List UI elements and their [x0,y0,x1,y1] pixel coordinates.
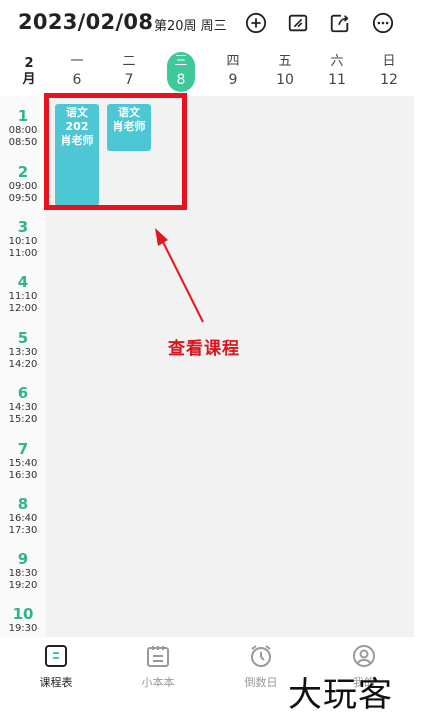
period-end: 08:50 [8,137,38,148]
day-column-sun[interactable]: 日 12 [369,54,409,88]
period-number: 4 [17,273,29,291]
period-7: 7 15:40 16:30 [0,440,46,482]
day-number: 9 [228,72,238,88]
schedule-icon [43,643,69,669]
nav-label: 课程表 [39,676,73,689]
period-end: 14:20 [8,359,38,370]
period-5: 5 13:30 14:20 [0,329,46,371]
day-name: 三 [174,54,188,69]
nav-notebook[interactable]: 小本本 [118,643,198,690]
period-9: 9 18:30 19:20 [0,550,46,592]
nav-schedule[interactable]: 课程表 [16,643,96,690]
annotation-highlight-box [44,93,187,210]
alarm-clock-icon [248,643,274,669]
period-4: 4 11:10 12:00 [0,273,46,315]
period-number: 9 [17,550,29,568]
period-end: 19:20 [8,580,38,591]
period-number: 6 [17,384,29,402]
day-name: 一 [70,54,84,69]
period-start: 19:30 [8,623,38,634]
period-end: 17:30 [8,525,38,536]
period-end: 12:00 [8,303,38,314]
profile-icon [351,643,377,669]
day-number: 10 [276,72,294,88]
day-name: 二 [122,54,136,69]
day-name: 四 [226,54,240,69]
watermark-logo: 大玩客 [288,675,393,715]
period-start: 16:40 [8,513,38,524]
day-number: 12 [380,72,398,88]
period-start: 14:30 [8,402,38,413]
month-label: 2 月 [16,56,42,88]
period-start: 18:30 [8,568,38,579]
period-number: 3 [17,218,29,236]
period-start: 15:40 [8,458,38,469]
period-start: 10:10 [8,236,38,247]
edit-table-icon[interactable] [286,11,310,35]
day-column-fri[interactable]: 五 10 [265,54,305,88]
period-number: 7 [17,440,29,458]
period-end: 09:50 [8,193,38,204]
weekday-row: 2 月 一 6 二 7 三 8 四 9 五 10 六 11 日 12 [0,50,423,95]
period-start: 09:00 [8,181,38,192]
day-column-sat[interactable]: 六 11 [317,54,357,88]
day-column-thu[interactable]: 四 9 [213,54,253,88]
month-unit: 月 [22,72,36,87]
day-name: 日 [382,54,396,69]
period-end: 15:20 [8,414,38,425]
share-icon[interactable] [328,11,352,35]
period-end: 16:30 [8,470,38,481]
period-3: 3 10:10 11:00 [0,218,46,260]
period-number: 8 [17,495,29,513]
annotation-label: 查看课程 [168,339,240,359]
week-indicator: 第20周 周三 [154,19,227,34]
day-name: 六 [330,54,344,69]
period-end: 11:00 [8,248,38,259]
day-column-wed[interactable]: 三 8 [161,52,201,92]
period-number: 10 [12,605,34,623]
notebook-icon [145,643,171,669]
period-6: 6 14:30 15:20 [0,384,46,426]
day-number: 6 [72,72,82,88]
current-date[interactable]: 2023/02/08 [18,10,153,34]
more-icon[interactable] [371,11,395,35]
day-column-mon[interactable]: 一 6 [57,54,97,88]
day-number: 11 [328,72,346,88]
day-number: 8 [176,72,186,88]
nav-label: 小本本 [141,676,175,689]
period-number: 1 [17,107,29,125]
period-start: 08:00 [8,125,38,136]
period-start: 11:10 [8,291,38,302]
day-number: 7 [124,72,134,88]
period-number: 2 [17,163,29,181]
period-8: 8 16:40 17:30 [0,495,46,537]
add-icon[interactable] [244,11,268,35]
period-start: 13:30 [8,347,38,358]
header-bar: 2023/02/08 第20周 周三 [0,0,423,48]
period-1: 1 08:00 08:50 [0,107,46,149]
period-2: 2 09:00 09:50 [0,163,46,205]
period-10: 10 19:30 [0,605,46,635]
day-column-tue[interactable]: 二 7 [109,54,149,88]
day-name: 五 [278,54,292,69]
month-number: 2 [24,56,34,71]
period-number: 5 [17,329,29,347]
